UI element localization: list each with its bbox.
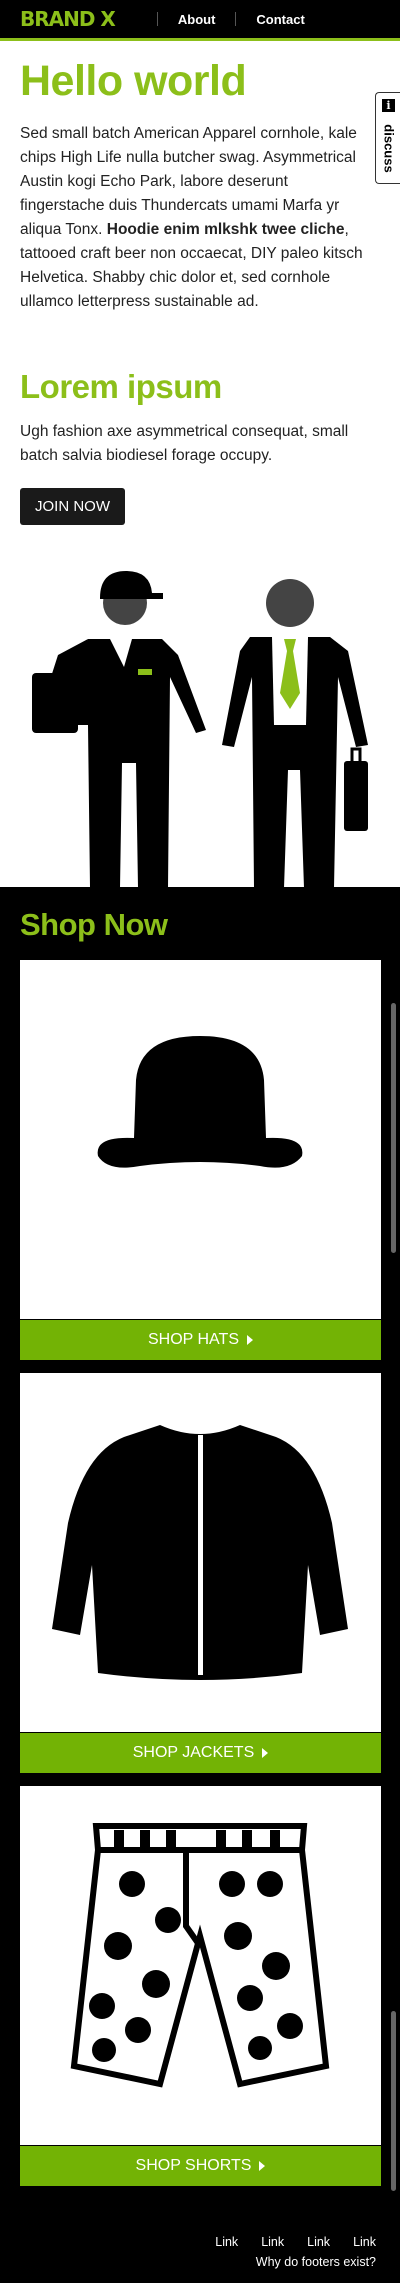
scrollbar-thumb[interactable] — [391, 1003, 396, 1253]
footer-link[interactable]: Link — [215, 2235, 238, 2249]
page-title: Hello world — [20, 57, 247, 105]
footer-link[interactable]: Link — [353, 2235, 376, 2249]
man-with-tie-figure — [222, 579, 368, 888]
footer-note: Why do footers exist? — [255, 2255, 376, 2269]
caret-right-icon — [246, 1335, 253, 1345]
main-nav: About Contact — [137, 12, 305, 27]
footer-link[interactable]: Link — [307, 2235, 330, 2249]
promo-title: Lorem ipsum — [20, 368, 222, 405]
shop-jackets-button[interactable]: SHOP JACKETS — [20, 1732, 381, 1773]
shop-card-jackets[interactable]: SHOP JACKETS — [20, 1373, 381, 1773]
shop-shorts-button[interactable]: SHOP SHORTS — [20, 2145, 381, 2186]
site-footer: Link Link Link Link Why do footers exist… — [0, 2219, 400, 2283]
nav-link-about[interactable]: About — [178, 12, 216, 27]
brand-logo[interactable]: BRAND X — [20, 7, 116, 31]
shop-shorts-label: SHOP SHORTS — [135, 2157, 252, 2174]
main-content: Hello world Sed small batch American App… — [0, 57, 400, 525]
nav-link-contact[interactable]: Contact — [256, 12, 304, 27]
info-icon: i — [382, 99, 395, 112]
jacket-icon — [52, 1425, 348, 1680]
caret-right-icon — [262, 1748, 269, 1758]
shop-hats-button[interactable]: SHOP HATS — [20, 1319, 381, 1360]
scrollbar-thumb[interactable] — [391, 2011, 396, 2191]
shop-title: Shop Now — [20, 907, 168, 942]
intro-bold-text: Hoodie enim mlkshk twee cliche — [106, 221, 345, 238]
hat-icon — [97, 1036, 303, 1168]
top-bar: BRAND X About Contact — [0, 0, 400, 38]
header-accent-line — [0, 38, 400, 41]
intro-paragraph: Sed small batch American Apparel cornhol… — [20, 122, 370, 314]
shop-card-shorts[interactable]: SHOP SHORTS — [20, 1786, 381, 2186]
people-illustration — [32, 571, 368, 888]
shop-hats-label: SHOP HATS — [148, 1331, 239, 1348]
footer-link[interactable]: Link — [261, 2235, 284, 2249]
join-now-button[interactable]: JOIN NOW — [20, 488, 125, 525]
nav-divider — [235, 12, 237, 26]
discuss-label: discuss — [381, 124, 397, 173]
nav-divider — [156, 12, 158, 26]
shop-jackets-label: SHOP JACKETS — [132, 1744, 255, 1761]
shop-section: Shop Now SHOP HATS SHOP JACKETS SHOP SHO… — [0, 887, 400, 2219]
shop-card-hats[interactable]: SHOP HATS — [20, 960, 381, 1360]
shorts-icon — [70, 1823, 330, 2088]
caret-right-icon — [259, 2161, 266, 2171]
footer-links: Link Link Link Link — [215, 2235, 376, 2249]
man-with-cap-figure — [32, 571, 206, 888]
promo-paragraph: Ugh fashion axe asymmetrical consequat, … — [20, 423, 349, 464]
site-header: BRAND X About Contact — [0, 0, 400, 41]
discuss-tab[interactable]: i discuss — [375, 92, 400, 184]
